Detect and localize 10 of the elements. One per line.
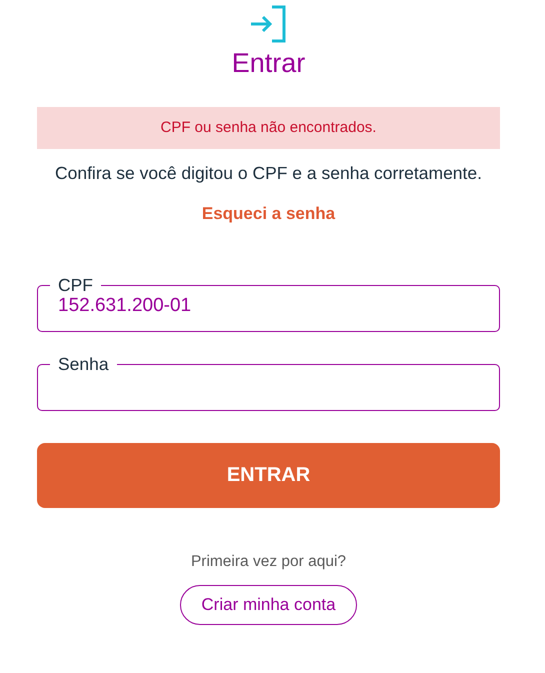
signup-prompt: Primeira vez por aqui?	[190, 553, 346, 571]
password-field[interactable]: Senha	[37, 355, 500, 411]
error-message: CPF ou senha não encontrados.	[37, 107, 500, 149]
login-button[interactable]: ENTRAR	[37, 443, 500, 508]
hint-text: Confira se você digitou o CPF e a senha corretamente.	[54, 163, 482, 184]
signup-button[interactable]: Criar minha conta	[180, 585, 357, 625]
login-icon	[250, 5, 288, 43]
forgot-password-link[interactable]: Esqueci a senha	[202, 204, 336, 224]
cpf-field[interactable]: CPF 152.631.200-01	[37, 276, 500, 332]
page-title: Entrar	[232, 47, 306, 79]
